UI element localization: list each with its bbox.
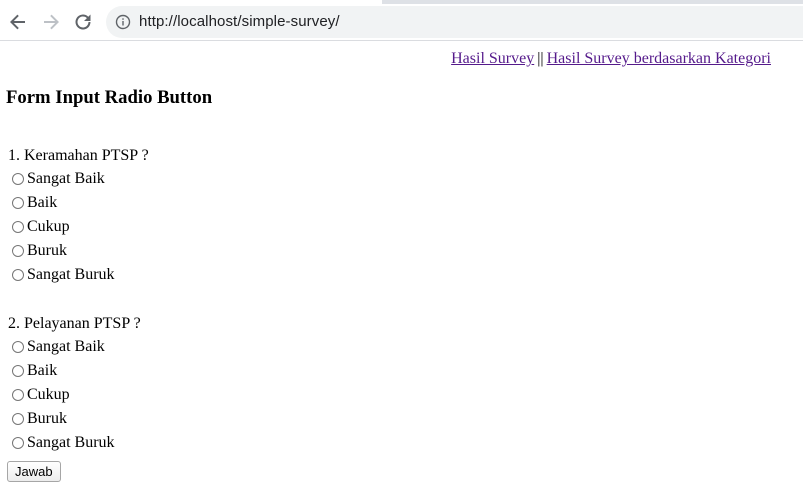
radio-button[interactable]: [12, 389, 24, 401]
question-1-label: 1. Keramahan PTSP ?: [8, 147, 149, 164]
url-text[interactable]: http://localhost/simple-survey/: [139, 13, 340, 30]
top-nav: Hasil Survey || Hasil Survey berdasarkan K…: [451, 50, 771, 68]
question-2-label: 2. Pelayanan PTSP ?: [8, 315, 141, 332]
option-label: Cukup: [27, 386, 70, 403]
radio-button[interactable]: [12, 365, 24, 377]
q2-option-sangat-buruk[interactable]: Sangat Buruk: [12, 433, 115, 453]
nav-separator: ||: [537, 50, 544, 67]
q2-option-baik[interactable]: Baik: [12, 361, 57, 381]
radio-button[interactable]: [12, 221, 24, 233]
option-label: Sangat Buruk: [27, 434, 115, 451]
radio-button[interactable]: [12, 437, 24, 449]
q2-option-cukup[interactable]: Cukup: [12, 385, 70, 405]
q1-option-cukup[interactable]: Cukup: [12, 217, 70, 237]
submit-button[interactable]: Jawab: [7, 461, 61, 482]
forward-icon[interactable]: [39, 10, 63, 34]
radio-button[interactable]: [12, 341, 24, 353]
option-label: Buruk: [27, 410, 67, 427]
option-label: Sangat Baik: [27, 170, 105, 187]
hasil-survey-kategori-link[interactable]: Hasil Survey berdasarkan Kategori: [547, 50, 771, 67]
radio-button[interactable]: [12, 245, 24, 257]
option-label: Buruk: [27, 242, 67, 259]
option-label: Cukup: [27, 218, 70, 235]
active-tab[interactable]: [0, 0, 382, 4]
option-label: Sangat Baik: [27, 338, 105, 355]
browser-toolbar: http://localhost/simple-survey/: [0, 0, 803, 41]
reload-icon[interactable]: [71, 10, 95, 34]
hasil-survey-link[interactable]: Hasil Survey: [451, 50, 534, 67]
q2-option-buruk[interactable]: Buruk: [12, 409, 67, 429]
q1-option-sangat-buruk[interactable]: Sangat Buruk: [12, 265, 115, 285]
address-bar[interactable]: http://localhost/simple-survey/: [106, 6, 803, 38]
form-title: Form Input Radio Button: [6, 87, 213, 108]
radio-button[interactable]: [12, 413, 24, 425]
option-label: Sangat Buruk: [27, 266, 115, 283]
option-label: Baik: [27, 194, 58, 211]
q1-option-sangat-baik[interactable]: Sangat Baik: [12, 169, 105, 189]
radio-button[interactable]: [12, 173, 24, 185]
tab-strip: [0, 0, 803, 4]
back-icon[interactable]: [6, 10, 30, 34]
q2-option-sangat-baik[interactable]: Sangat Baik: [12, 337, 105, 357]
option-label: Baik: [27, 362, 58, 379]
q1-option-buruk[interactable]: Buruk: [12, 241, 67, 261]
radio-button[interactable]: [12, 269, 24, 281]
radio-button[interactable]: [12, 197, 24, 209]
info-icon[interactable]: [115, 14, 131, 30]
q1-option-baik[interactable]: Baik: [12, 193, 57, 213]
